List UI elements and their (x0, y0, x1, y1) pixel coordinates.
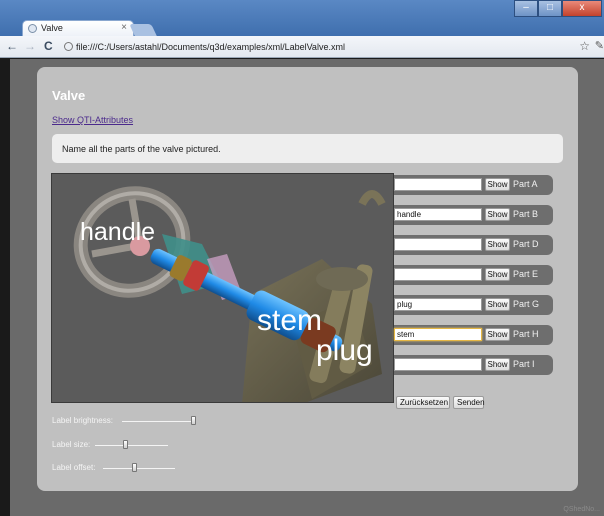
window-controls: – □ x (514, 0, 602, 17)
forward-button[interactable]: → (24, 39, 36, 53)
part-i-label: Part I (513, 359, 535, 369)
page-info-icon (64, 42, 73, 51)
stem-3d-label: stem (257, 304, 323, 337)
part-row: Show Part G (394, 295, 553, 315)
label-offset-label: Label offset: (52, 463, 96, 472)
page-favicon-icon (28, 24, 37, 33)
handle-3d-label: handle (80, 218, 156, 246)
item-card: Valve Show QTI-Attributes Name all the p… (37, 67, 578, 491)
show-part-d-button[interactable]: Show (485, 238, 510, 251)
address-text: file:///C:/Users/astahl/Documents/q3d/ex… (76, 42, 345, 52)
show-part-a-button[interactable]: Show (485, 178, 510, 191)
show-part-h-button[interactable]: Show (485, 328, 510, 341)
new-tab-button[interactable] (129, 24, 157, 36)
page-background: Valve Show QTI-Attributes Name all the p… (10, 59, 604, 516)
tab-title: Valve (41, 23, 63, 33)
part-row: Show Part D (394, 235, 553, 255)
browser-tab[interactable]: Valve × (22, 20, 134, 36)
valve-model-icon (73, 186, 386, 402)
part-row: Show Part A (394, 175, 553, 195)
part-i-input[interactable] (394, 358, 482, 371)
label-size-slider[interactable] (122, 440, 128, 449)
part-e-label: Part E (513, 269, 539, 279)
part-h-input[interactable] (394, 328, 482, 341)
show-part-i-button[interactable]: Show (485, 358, 510, 371)
part-g-label: Part G (513, 299, 540, 309)
part-b-label: Part B (513, 209, 539, 219)
watermark-text: QShedNo... (563, 506, 600, 513)
label-offset-track (103, 468, 175, 469)
part-row: Show Part I (394, 355, 553, 375)
label-brightness-slider[interactable] (191, 416, 196, 425)
part-d-label: Part D (513, 239, 539, 249)
question-prompt: Name all the parts of the valve pictured… (52, 134, 563, 163)
wrench-menu-icon[interactable]: ✎ (595, 39, 604, 52)
show-part-e-button[interactable]: Show (485, 268, 510, 281)
part-e-input[interactable] (394, 268, 482, 281)
show-qti-attributes-link[interactable]: Show QTI-Attributes (52, 115, 133, 125)
page-title: Valve (52, 88, 86, 103)
part-g-input[interactable] (394, 298, 482, 311)
part-a-label: Part A (513, 179, 538, 189)
part-row: Show Part B (394, 205, 553, 225)
part-row: Show Part E (394, 265, 553, 285)
minimize-button[interactable]: – (514, 0, 538, 17)
window-titlebar: Valve × – □ x (0, 0, 604, 36)
maximize-button[interactable]: □ (538, 0, 562, 17)
label-brightness-label: Label brightness: (52, 416, 113, 425)
reset-button[interactable]: Zurücksetzen (396, 396, 450, 409)
valve-3d-viewport[interactable]: handle stem plug (51, 173, 394, 403)
close-window-button[interactable]: x (562, 0, 602, 17)
label-size-track (95, 445, 168, 446)
navigation-bar: ← → C file:///C:/Users/astahl/Documents/… (0, 36, 604, 58)
part-row: Show Part H (394, 325, 553, 345)
reload-button[interactable]: C (44, 39, 53, 53)
part-d-input[interactable] (394, 238, 482, 251)
bookmark-star-icon[interactable]: ☆ (579, 39, 590, 53)
part-h-label: Part H (513, 329, 539, 339)
label-brightness-track (122, 421, 194, 422)
show-part-g-button[interactable]: Show (485, 298, 510, 311)
address-bar[interactable]: file:///C:/Users/astahl/Documents/q3d/ex… (64, 39, 574, 55)
close-tab-icon[interactable]: × (121, 22, 127, 33)
label-size-label: Label size: (52, 440, 91, 449)
part-b-input[interactable] (394, 208, 482, 221)
submit-button[interactable]: Senden (453, 396, 485, 409)
show-part-b-button[interactable]: Show (485, 208, 510, 221)
label-offset-slider[interactable] (132, 463, 138, 472)
plug-3d-label: plug (316, 334, 373, 367)
part-a-input[interactable] (394, 178, 482, 191)
back-button[interactable]: ← (6, 39, 18, 53)
